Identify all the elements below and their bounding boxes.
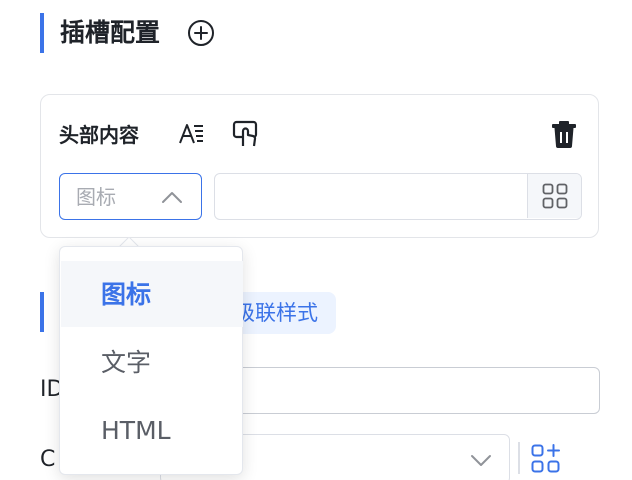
field-divider (518, 442, 520, 474)
dropdown-option-label: 图标 (101, 280, 152, 309)
icon-value-input[interactable] (215, 174, 527, 218)
grid-apps-icon (542, 183, 568, 209)
touch-click-icon[interactable] (231, 119, 261, 149)
dropdown-option-icon[interactable]: 图标 (61, 261, 243, 327)
slot-type-select[interactable]: 图标 (59, 173, 202, 220)
section-accent-bar (40, 13, 44, 53)
dropdown-option-text[interactable]: 文字 (61, 329, 243, 395)
header-slot-card: 头部内容 图标 (40, 94, 599, 238)
dropdown-option-label: 文字 (101, 348, 152, 377)
dropdown-option-label: HTML (101, 416, 171, 445)
dropdown-option-html[interactable]: HTML (61, 397, 243, 463)
style-section-accent-bar (40, 292, 44, 332)
tab-cascade-style-label: 级联样式 (234, 301, 318, 325)
chevron-down-icon (471, 455, 491, 466)
slot-type-dropdown: 图标 文字 HTML (59, 246, 243, 475)
id-field-label: ID (40, 377, 60, 402)
trash-icon[interactable] (549, 119, 579, 149)
chevron-up-icon (162, 192, 182, 203)
class-field-label: C (40, 447, 56, 472)
grid-add-icon[interactable] (530, 443, 562, 475)
slot-config-title: 插槽配置 (60, 18, 161, 47)
icon-input-group (214, 173, 582, 220)
slot-type-select-value: 图标 (76, 185, 116, 209)
plus-circle-icon[interactable] (187, 19, 215, 47)
icon-picker-button[interactable] (527, 174, 581, 218)
text-format-icon[interactable] (177, 120, 205, 148)
header-slot-title: 头部内容 (59, 123, 139, 147)
